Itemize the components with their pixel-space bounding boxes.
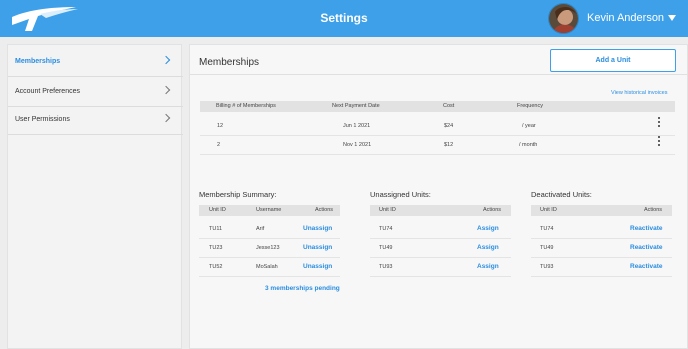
column-header: Cost [443,103,455,109]
unit-id: TU23 [209,245,223,251]
unit-id: TU49 [540,245,554,251]
sidebar-item-user-permissions[interactable]: User Permissions [8,105,183,135]
more-vertical-icon[interactable] [658,136,661,147]
column-header: Frequency [517,103,543,109]
membership-count: 12 [217,123,224,129]
unit-id: TU49 [379,245,393,251]
column-header: Next Payment Date [332,103,380,109]
page-title: Settings [320,11,368,25]
unit-id: TU52 [209,264,223,270]
reactivate-button[interactable]: Reactivate [630,220,663,238]
assign-button[interactable]: Assign [477,239,499,257]
reactivate-button[interactable]: Reactivate [630,239,663,257]
table-row: TU74 Reactivate [531,220,672,239]
avatar[interactable] [548,3,579,34]
sidebar-item-memberships[interactable]: Memberships [8,47,183,77]
unit-id: TU74 [379,226,393,232]
main-panel: Memberships Add a Unit View historical i… [189,44,688,349]
table-row: 2 Nov 1 2021 $12 / month [200,136,675,155]
sidebar-item-label: User Permissions [15,116,70,123]
divider [190,74,688,75]
column-header: Unit ID [209,207,226,213]
column-header: Billing # of Memberships [216,103,276,109]
column-header: Actions [483,207,502,213]
pending-memberships-link[interactable]: 3 memberships pending [265,285,340,292]
unassign-button[interactable]: Unassign [303,220,332,238]
caret-down-icon[interactable] [668,15,676,21]
chevron-right-icon [161,85,171,95]
table-row: TU93 Assign [370,258,511,277]
membership-summary-title: Membership Summary: [199,190,277,199]
sidebar-item-label: Memberships [15,58,61,65]
table-header: Unit ID Actions [370,205,511,216]
frequency: / year [522,123,536,129]
unit-id: TU93 [379,264,393,270]
historical-invoices-link[interactable]: View historical invoices [611,90,667,96]
table-row: TU93 Reactivate [531,258,672,277]
unassign-button[interactable]: Unassign [303,239,332,257]
table-row: TU11 Arif Unassign [199,220,340,239]
sidebar-item-account-preferences[interactable]: Account Preferences [8,77,183,107]
frequency: / month [519,142,538,148]
user-name[interactable]: Kevin Anderson [587,0,664,37]
table-header: Billing # of Memberships Next Payment Da… [200,101,675,112]
add-unit-button[interactable]: Add a Unit [550,49,676,72]
section-heading: Memberships [199,57,260,68]
sidebar: Memberships Account Preferences User Per… [7,44,183,349]
more-vertical-icon[interactable] [658,117,661,128]
membership-count: 2 [217,142,221,148]
column-header: Unit ID [379,207,396,213]
top-bar: Settings Kevin Anderson [0,0,688,37]
table-row: TU23 Jesse123 Unassign [199,239,340,258]
cost: $12 [444,142,454,148]
unit-id: TU11 [209,226,223,232]
table-header: Unit ID Actions [531,205,672,216]
unassign-button[interactable]: Unassign [303,258,332,276]
table-row: TU49 Assign [370,239,511,258]
payment-date: Nov 1 2021 [343,142,372,148]
payment-date: Jun 1 2021 [343,123,371,129]
column-header: Username [256,207,282,213]
username: Arif [256,226,265,232]
unit-id: TU74 [540,226,554,232]
column-header: Actions [644,207,663,213]
chevron-right-icon [161,113,171,123]
table-header: Unit ID Username Actions [199,205,340,216]
column-header: Actions [315,207,334,213]
assign-button[interactable]: Assign [477,258,499,276]
table-row: TU52 MoSalah Unassign [199,258,340,277]
username: Jesse123 [256,245,280,251]
table-row: 12 Jun 1 2021 $24 / year [200,117,675,136]
assign-button[interactable]: Assign [477,220,499,238]
column-header: Unit ID [540,207,557,213]
unassigned-units-title: Unassigned Units: [370,190,431,199]
cost: $24 [444,123,454,129]
chevron-right-icon [161,55,171,65]
sidebar-item-label: Account Preferences [15,88,80,95]
username: MoSalah [256,264,278,270]
reactivate-button[interactable]: Reactivate [630,258,663,276]
unit-id: TU93 [540,264,554,270]
table-row: TU49 Reactivate [531,239,672,258]
table-row: TU74 Assign [370,220,511,239]
deactivated-units-title: Deactivated Units: [531,190,592,199]
